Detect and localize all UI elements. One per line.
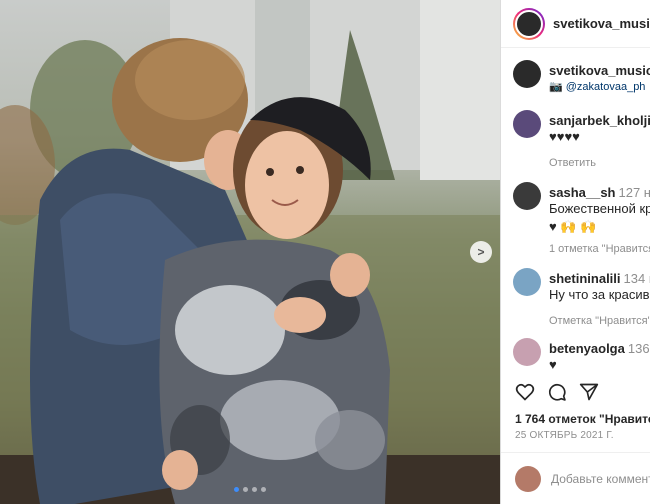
likes-count[interactable]: 1 764 отметок "Нравится": [515, 412, 650, 426]
chevron-right-icon: >: [477, 245, 485, 259]
reply-button[interactable]: Ответить: [549, 155, 650, 171]
carousel-dot: [252, 487, 257, 492]
carousel-dot: [243, 487, 248, 492]
user-avatar: [515, 465, 541, 492]
author-username[interactable]: svetikova_music✔: [553, 16, 650, 31]
comment-emoji: ♥ 🙌 🙌: [549, 219, 597, 234]
comment-username[interactable]: betenyaolga: [549, 341, 625, 356]
post-photo[interactable]: >: [0, 0, 500, 504]
author-avatar[interactable]: [513, 7, 545, 40]
heart-icon[interactable]: [515, 382, 535, 407]
avatar[interactable]: [513, 60, 541, 88]
avatar[interactable]: [513, 268, 541, 296]
comment-text: Ну что за красивые: [549, 287, 650, 302]
comment-time: 136 нед: [627, 341, 650, 356]
comment-username[interactable]: sanjarbek_kholjigit: [549, 113, 650, 128]
post-header: svetikova_music✔: [501, 0, 650, 48]
next-photo-button[interactable]: >: [470, 241, 492, 263]
comment-username[interactable]: svetikova_music: [549, 63, 650, 78]
author-name[interactable]: svetikova_music: [553, 16, 650, 31]
avatar[interactable]: [513, 110, 541, 138]
avatar[interactable]: [513, 182, 541, 210]
carousel-dot: [234, 487, 239, 492]
add-comment-bar: [501, 452, 650, 504]
photo-illustration: [0, 0, 500, 504]
post-actions: [501, 380, 650, 408]
mention-link[interactable]: @zakatovaa_ph: [566, 81, 646, 93]
comment-time: 127 нед: [618, 185, 650, 200]
carousel-dot: [261, 487, 266, 492]
camera-icon: 📷: [549, 81, 563, 93]
comment-input[interactable]: [551, 471, 650, 486]
carousel-indicator: [0, 487, 500, 492]
comments-list: svetikova_music✔ 📷 @zakatovaa_ph sanjarb…: [501, 48, 650, 380]
comment-likes[interactable]: Отметка "Нравится":: [549, 313, 650, 329]
comment-likes[interactable]: 1 отметка "Нравится": [549, 241, 650, 257]
comment-text: Божественной крас: [549, 201, 650, 216]
comment-username[interactable]: shetininalili: [549, 271, 621, 286]
post-side-panel: svetikova_music✔ svetikova_music✔ 📷 @zak…: [500, 0, 650, 504]
post-date: 25 ОКТЯБРЬ 2021 Г.: [515, 430, 614, 441]
comment-text: ♥: [549, 357, 557, 372]
avatar[interactable]: [513, 338, 541, 366]
comment-icon[interactable]: [547, 382, 567, 407]
comment-username[interactable]: sasha__sh: [549, 185, 616, 200]
comment-time: 134 нед: [623, 271, 650, 286]
comment-text: ♥♥♥♥: [549, 129, 580, 144]
share-icon[interactable]: [579, 382, 599, 407]
